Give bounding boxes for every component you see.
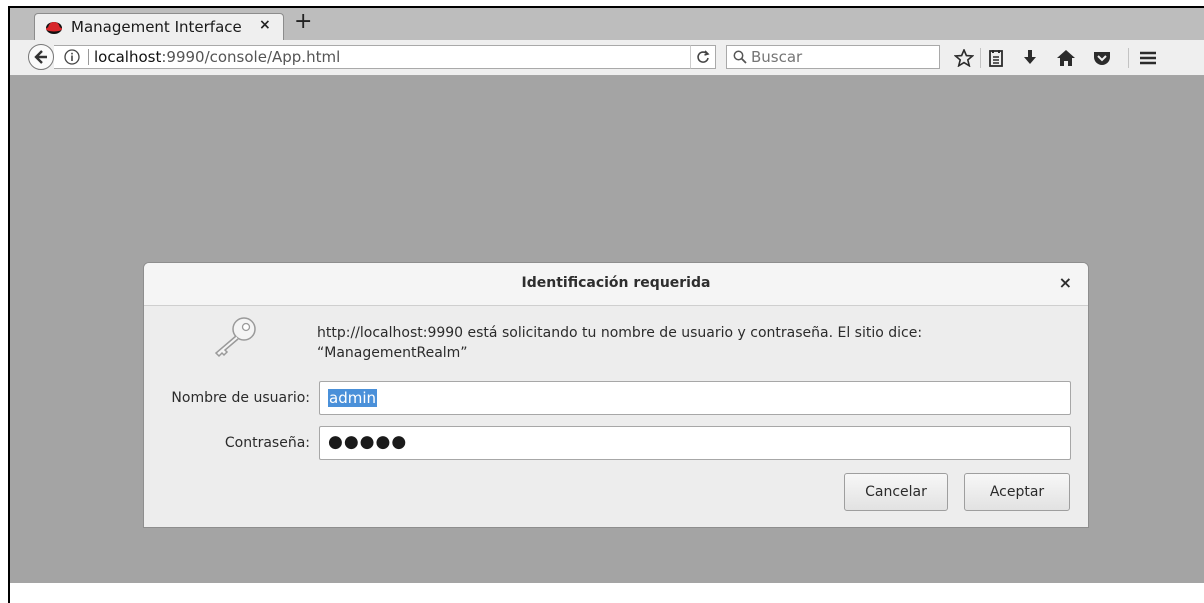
back-arrow-icon xyxy=(34,50,47,64)
back-button[interactable] xyxy=(28,44,54,70)
username-field[interactable]: admin xyxy=(319,381,1071,415)
password-value: ●●●●● xyxy=(328,432,408,452)
url-separator xyxy=(88,49,89,65)
tab-strip: Management Interface × + xyxy=(10,8,1204,41)
reading-list-icon[interactable] xyxy=(986,49,1006,67)
toolbar-separator xyxy=(980,48,981,68)
url-host: localhost xyxy=(94,48,162,66)
pocket-icon[interactable] xyxy=(1092,49,1112,67)
search-icon xyxy=(733,50,747,64)
reload-icon xyxy=(697,50,710,63)
dialog-close-icon[interactable]: × xyxy=(1059,273,1072,292)
redhat-icon xyxy=(46,22,62,34)
password-field[interactable]: ●●●●● xyxy=(319,426,1071,460)
page-content-bottom xyxy=(10,583,1204,603)
tab-title: Management Interface xyxy=(71,18,242,36)
auth-message-realm: “ManagementRealm” xyxy=(317,345,468,361)
nav-bar: localhost:9990/console/App.html xyxy=(10,40,1204,76)
search-input[interactable] xyxy=(751,47,931,67)
reload-button[interactable] xyxy=(690,45,716,69)
auth-dialog: Identificación requerida × http://localh… xyxy=(143,262,1089,528)
tab-close-icon[interactable]: × xyxy=(259,17,271,33)
dialog-title: Identificación requerida xyxy=(521,275,711,291)
search-bar[interactable] xyxy=(726,45,940,69)
home-icon[interactable] xyxy=(1056,49,1076,67)
accept-button[interactable]: Aceptar xyxy=(964,473,1070,511)
url-bar[interactable]: localhost:9990/console/App.html xyxy=(54,45,710,69)
bookmark-star-icon[interactable] xyxy=(954,49,974,67)
url-path: :9990/console/App.html xyxy=(161,48,341,66)
dialog-header: Identificación requerida × xyxy=(144,263,1088,306)
info-icon[interactable] xyxy=(64,49,80,65)
password-label: Contraseña: xyxy=(224,435,310,451)
auth-message: http://localhost:9990 está solicitando t… xyxy=(317,323,1037,363)
auth-message-line1: http://localhost:9990 está solicitando t… xyxy=(317,325,923,341)
key-icon xyxy=(214,317,256,358)
menu-icon[interactable] xyxy=(1138,49,1158,67)
downloads-icon[interactable] xyxy=(1020,49,1040,67)
browser-window: Management Interface × + localhost:9990/… xyxy=(8,6,1204,603)
toolbar-separator xyxy=(1128,48,1129,68)
username-label: Nombre de usuario: xyxy=(171,390,310,406)
new-tab-button[interactable]: + xyxy=(294,10,312,34)
username-value: admin xyxy=(328,389,377,407)
tab-management-interface[interactable]: Management Interface × xyxy=(34,13,284,41)
url-text[interactable]: localhost:9990/console/App.html xyxy=(94,48,340,66)
cancel-button[interactable]: Cancelar xyxy=(844,473,948,511)
